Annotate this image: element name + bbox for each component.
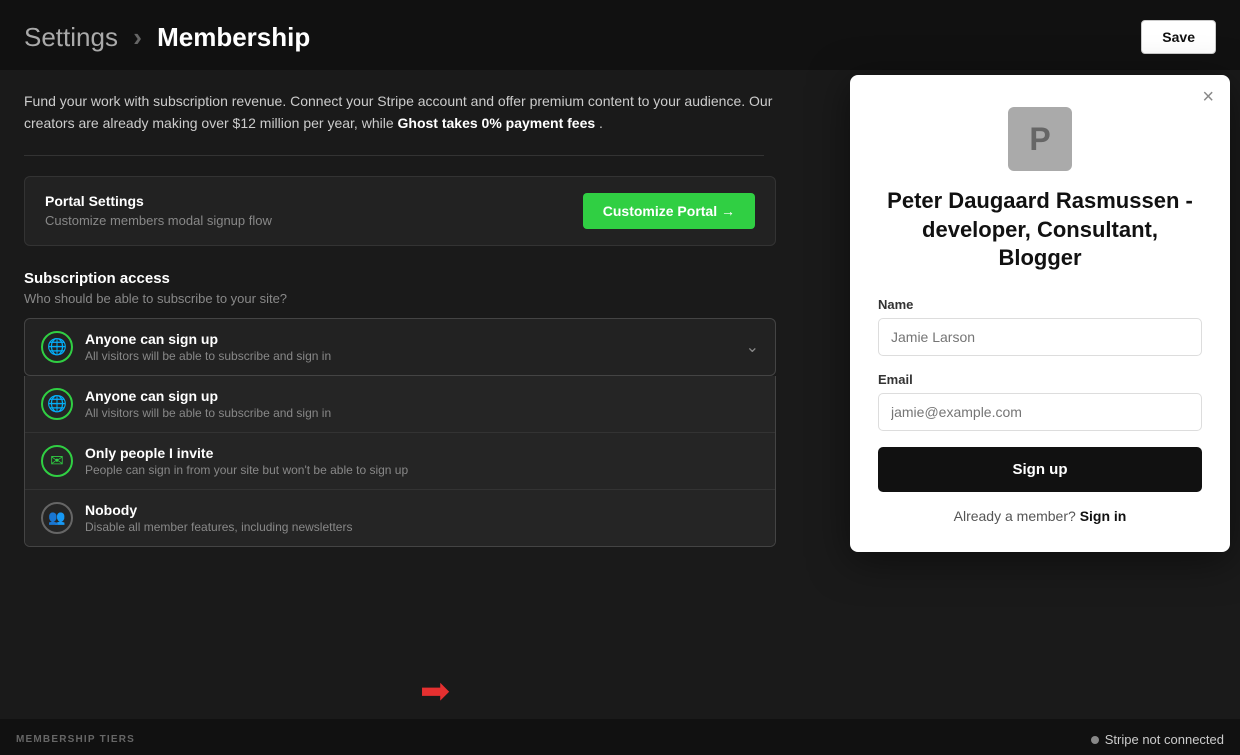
selected-icon: 🌐 [41,331,73,363]
name-label: Name [878,297,1202,312]
breadcrumb-settings[interactable]: Settings [24,22,118,52]
modal-close-button[interactable]: × [1202,87,1214,107]
option-nobody-title: Nobody [85,502,352,518]
option-invite-subtitle: People can sign in from your site but wo… [85,463,408,477]
subscription-access-title: Subscription access [24,270,776,287]
selected-item: 🌐 Anyone can sign up All visitors will b… [41,331,331,363]
portal-settings-title: Portal Settings [45,193,272,209]
section-divider [24,155,764,156]
name-field-group: Name [878,297,1202,372]
option-anyone-subtitle: All visitors will be able to subscribe a… [85,406,331,420]
portal-preview-modal: × P Peter Daugaard Rasmussen - developer… [850,75,1230,552]
option-nobody[interactable]: 👥 Nobody Disable all member features, in… [25,490,775,546]
save-button[interactable]: Save [1141,20,1216,54]
signin-text: Already a member? [954,508,1076,524]
option-anyone-icon: 🌐 [41,388,73,420]
description-end: . [599,115,603,131]
dropdown-list: 🌐 Anyone can sign up All visitors will b… [24,376,776,547]
avatar: P [1008,107,1072,171]
option-invite[interactable]: ✉ Only people I invite People can sign i… [25,433,775,490]
option-invite-text: Only people I invite People can sign in … [85,445,408,477]
subscription-access-subtitle: Who should be able to subscribe to your … [24,291,776,306]
option-invite-title: Only people I invite [85,445,408,461]
selected-title: Anyone can sign up [85,331,331,347]
option-invite-icon: ✉ [41,445,73,477]
name-input[interactable] [878,318,1202,356]
option-anyone-text: Anyone can sign up All visitors will be … [85,388,331,420]
signup-button[interactable]: Sign up [878,447,1202,492]
subscription-access-section: Subscription access Who should be able t… [24,270,776,547]
header: Settings › Membership Save [0,0,1240,70]
description-bold: Ghost takes 0% payment fees [398,115,596,131]
customize-portal-button[interactable]: Customize Portal → [583,193,755,229]
arrow-indicator: ⬅ [420,670,450,712]
chevron-down-icon: ⌄ [746,337,759,357]
modal-title: Peter Daugaard Rasmussen - developer, Co… [878,187,1202,273]
breadcrumb-membership: Membership [157,22,310,52]
signin-prompt: Already a member? Sign in [878,508,1202,524]
option-anyone[interactable]: 🌐 Anyone can sign up All visitors will b… [25,376,775,433]
portal-settings-info: Portal Settings Customize members modal … [45,193,272,228]
portal-settings-subtitle: Customize members modal signup flow [45,213,272,228]
option-nobody-text: Nobody Disable all member features, incl… [85,502,352,534]
description-text: Fund your work with subscription revenue… [24,90,776,135]
email-field-group: Email [878,372,1202,447]
main-content: Fund your work with subscription revenue… [0,70,800,547]
subscription-access-dropdown[interactable]: 🌐 Anyone can sign up All visitors will b… [24,318,776,376]
selected-subtitle: All visitors will be able to subscribe a… [85,349,331,363]
breadcrumb-separator: › [133,22,142,52]
stripe-status: Stripe not connected [1091,732,1224,747]
selected-text: Anyone can sign up All visitors will be … [85,331,331,363]
option-nobody-icon: 👥 [41,502,73,534]
stripe-dot-icon [1091,736,1099,744]
option-nobody-subtitle: Disable all member features, including n… [85,520,352,534]
email-input[interactable] [878,393,1202,431]
page-title: Settings › Membership [24,22,310,53]
stripe-status-text: Stripe not connected [1105,732,1224,747]
email-label: Email [878,372,1202,387]
membership-tiers-label: MEMBERSHIP TIERS [16,734,135,745]
signin-link[interactable]: Sign in [1080,508,1127,524]
portal-settings-section: Portal Settings Customize members modal … [24,176,776,246]
bottom-bar: MEMBERSHIP TIERS Stripe not connected [0,719,1240,755]
option-anyone-title: Anyone can sign up [85,388,331,404]
